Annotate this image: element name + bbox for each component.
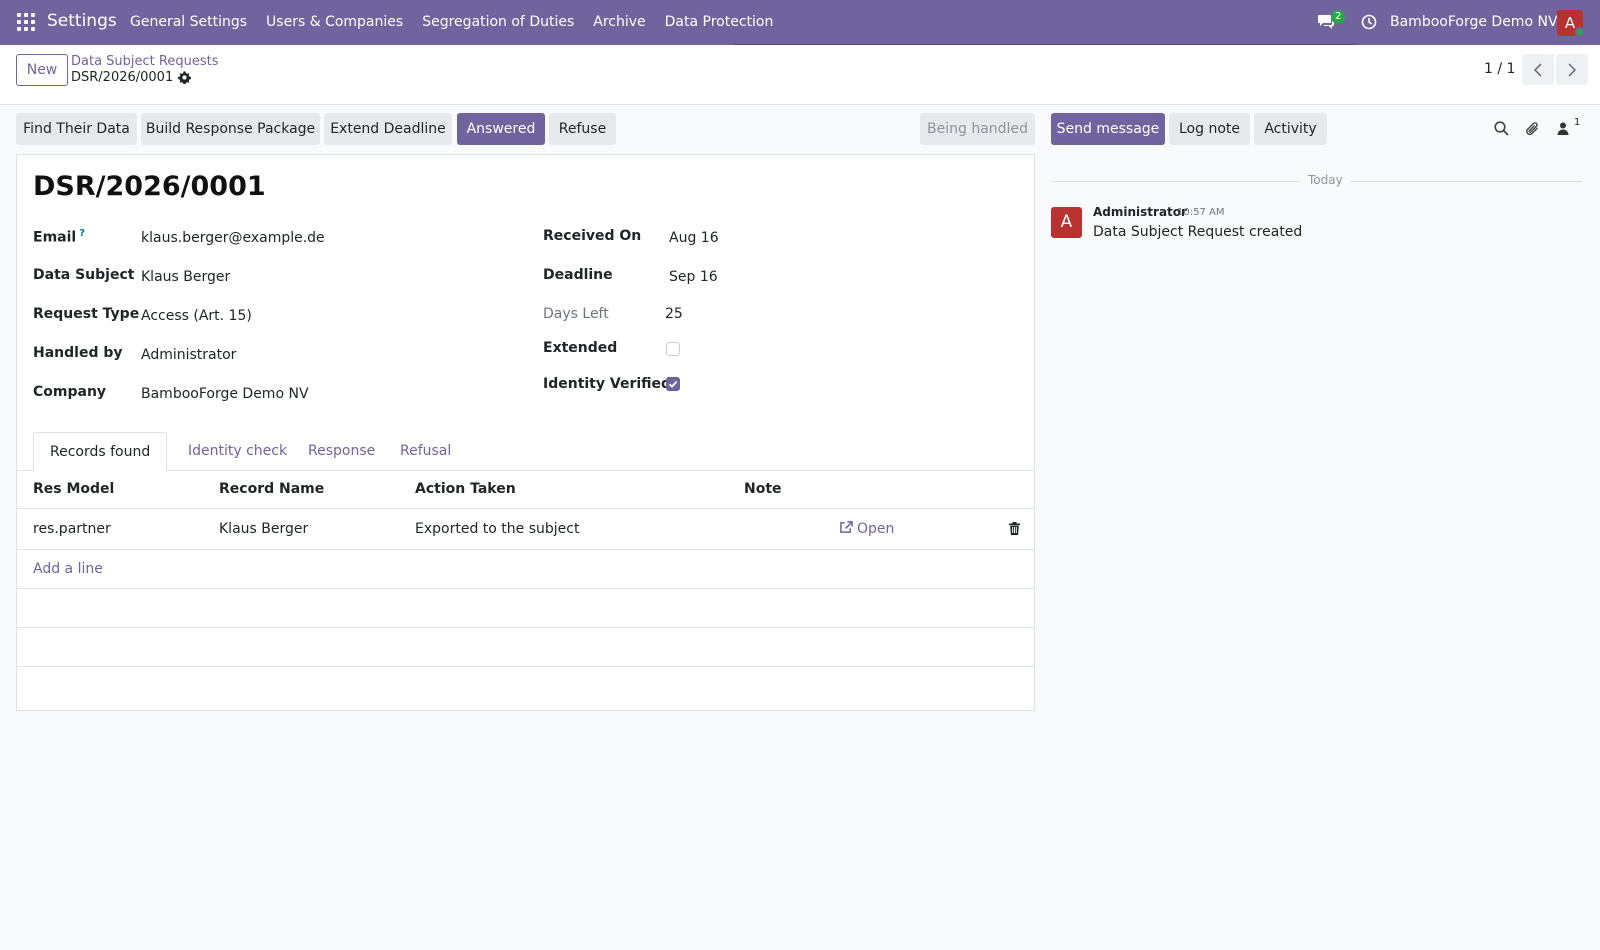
- add-line-row: Add a line: [17, 551, 1034, 589]
- table-row[interactable]: res.partner Klaus Berger Exported to the…: [17, 510, 1034, 550]
- menu-general-settings[interactable]: General Settings: [130, 14, 247, 30]
- checkmark-icon: [668, 380, 678, 388]
- control-panel: New Data Subject Requests DSR/2026/0001 …: [0, 45, 1600, 105]
- request-type-label: Request Type: [33, 306, 140, 322]
- online-status-dot: [1575, 27, 1585, 37]
- activity-clock-icon[interactable]: [1361, 14, 1377, 30]
- status-being-handled[interactable]: Being handled: [920, 113, 1035, 145]
- messages-badge: 2: [1331, 10, 1346, 24]
- gear-icon[interactable]: [178, 71, 191, 84]
- search-icon[interactable]: [1494, 121, 1509, 136]
- cell-action-taken[interactable]: Exported to the subject: [415, 521, 579, 537]
- pager-value[interactable]: 1 / 1: [1484, 61, 1515, 77]
- days-left-label: Days Left: [543, 306, 609, 322]
- tab-identity-check[interactable]: Identity check: [172, 432, 303, 471]
- extend-deadline-button[interactable]: Extend Deadline: [324, 113, 452, 145]
- followers-count: 1: [1574, 117, 1581, 128]
- tab-records-found[interactable]: Records found: [33, 432, 168, 472]
- cell-res-model[interactable]: res.partner: [33, 521, 111, 537]
- send-message-button[interactable]: Send message: [1051, 113, 1165, 145]
- message-body: Data Subject Request created: [1093, 224, 1303, 240]
- help-tooltip-icon[interactable]: ?: [79, 228, 85, 239]
- menu-data-protection[interactable]: Data Protection: [665, 14, 774, 30]
- tab-response[interactable]: Response: [292, 432, 391, 471]
- followers-user-icon[interactable]: [1557, 122, 1569, 135]
- record-title: DSR/2026/0001: [33, 171, 266, 202]
- email-field[interactable]: klaus.berger@example.de: [141, 230, 325, 246]
- open-record-link[interactable]: Open: [840, 521, 894, 537]
- breadcrumb-current: DSR/2026/0001: [71, 70, 174, 85]
- company-field[interactable]: BambooForge Demo NV: [141, 386, 309, 402]
- handled-by-label: Handled by: [33, 345, 123, 361]
- request-type-field[interactable]: Access (Art. 15): [141, 308, 252, 324]
- menu-archive[interactable]: Archive: [593, 14, 645, 30]
- received-on-field[interactable]: Aug 16: [669, 230, 719, 246]
- data-subject-label: Data Subject: [33, 267, 135, 283]
- column-note[interactable]: Note: [744, 481, 782, 497]
- message-timestamp: 10:57 AM: [1177, 207, 1225, 218]
- column-record-name[interactable]: Record Name: [219, 481, 324, 497]
- message-author[interactable]: Administrator: [1093, 205, 1187, 219]
- pager-next-button[interactable]: [1556, 54, 1588, 85]
- activity-button[interactable]: Activity: [1254, 113, 1327, 145]
- top-navbar: Settings General Settings Users & Compan…: [0, 0, 1600, 45]
- build-response-package-button[interactable]: Build Response Package: [141, 113, 320, 145]
- empty-row: [17, 590, 1034, 628]
- company-switcher[interactable]: BambooForge Demo NV: [1390, 14, 1558, 30]
- handled-by-field[interactable]: Administrator: [141, 347, 236, 363]
- apps-grid-icon[interactable]: [17, 13, 35, 31]
- deadline-label: Deadline: [543, 267, 613, 283]
- pager-previous-button[interactable]: [1522, 54, 1554, 85]
- find-their-data-button[interactable]: Find Their Data: [16, 113, 137, 145]
- trash-icon[interactable]: [1009, 522, 1020, 535]
- tab-refusal[interactable]: Refusal: [384, 432, 467, 471]
- chevron-right-icon: [1568, 62, 1577, 77]
- form-sheet: DSR/2026/0001 Email? klaus.berger@exampl…: [16, 154, 1035, 711]
- column-action-taken[interactable]: Action Taken: [415, 481, 516, 497]
- data-subject-field[interactable]: Klaus Berger: [141, 269, 230, 285]
- new-button[interactable]: New: [16, 54, 68, 86]
- cell-record-name[interactable]: Klaus Berger: [219, 521, 308, 537]
- external-link-icon: [840, 521, 853, 533]
- breadcrumb-parent[interactable]: Data Subject Requests: [71, 54, 218, 69]
- main-menu: General Settings Users & Companies Segre…: [130, 14, 792, 30]
- menu-users-companies[interactable]: Users & Companies: [266, 14, 403, 30]
- add-a-line-link[interactable]: Add a line: [33, 561, 103, 577]
- date-separator-label: Today: [1300, 173, 1351, 187]
- extended-checkbox[interactable]: [666, 342, 680, 356]
- notebook-tabs: Records found Identity check Response Re…: [17, 432, 1034, 472]
- refuse-button[interactable]: Refuse: [549, 113, 616, 145]
- email-label: Email?: [33, 228, 86, 246]
- answered-button[interactable]: Answered: [457, 113, 545, 145]
- app-name[interactable]: Settings: [47, 11, 117, 31]
- days-left-value: 25: [665, 306, 683, 322]
- received-on-label: Received On: [543, 228, 642, 244]
- deadline-field[interactable]: Sep 16: [669, 269, 718, 285]
- log-note-button[interactable]: Log note: [1169, 113, 1250, 145]
- identity-verified-label: Identity Verified: [543, 376, 672, 392]
- menu-segregation-of-duties[interactable]: Segregation of Duties: [422, 14, 574, 30]
- paperclip-icon[interactable]: [1525, 121, 1540, 137]
- company-label: Company: [33, 384, 107, 400]
- message-author-avatar[interactable]: A: [1051, 207, 1082, 238]
- records-table-header: Res Model Record Name Action Taken Note: [17, 471, 1034, 509]
- identity-verified-checkbox[interactable]: [666, 377, 680, 391]
- empty-row: [17, 629, 1034, 667]
- column-res-model[interactable]: Res Model: [33, 481, 114, 497]
- chevron-left-icon: [1533, 62, 1542, 77]
- extended-label: Extended: [543, 340, 618, 356]
